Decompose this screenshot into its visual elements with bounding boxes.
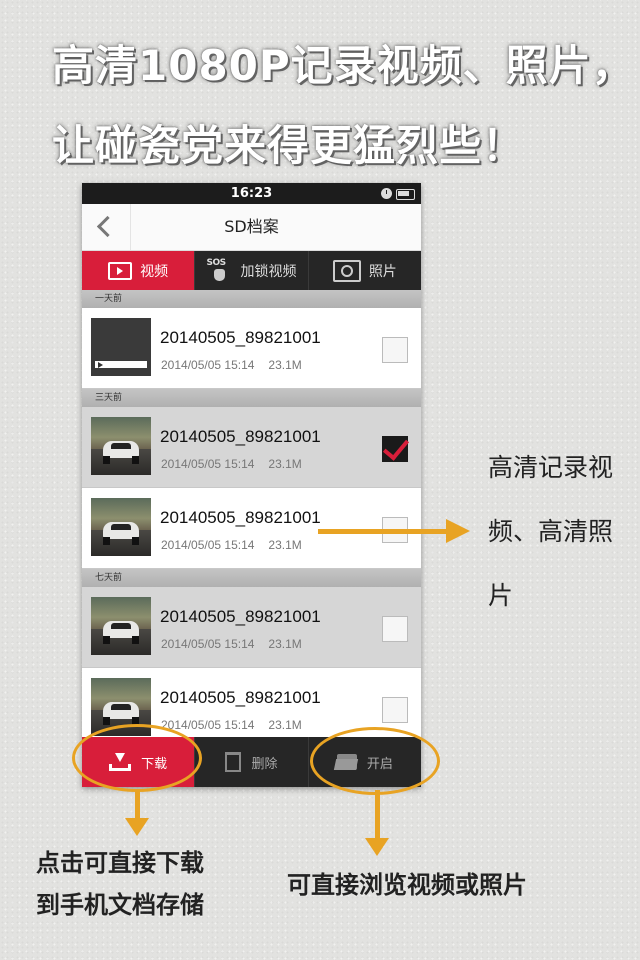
delete-label: 删除	[251, 756, 278, 772]
battery-icon	[396, 189, 415, 200]
side-caption: 高清记录视频、高清照片	[488, 453, 614, 610]
file-size: 23.1M	[268, 358, 302, 372]
video-thumbnail	[91, 498, 151, 556]
file-name: 20140505_89821001	[160, 688, 321, 707]
file-name: 20140505_89821001	[160, 607, 321, 626]
tab-label: 照片	[368, 263, 397, 280]
file-size: 23.1M	[268, 538, 302, 552]
download-caption-line-1: 点击可直接下载	[36, 849, 204, 877]
headline-line-1: 高清1080P记录视频、照片，	[52, 41, 635, 90]
tab-label: 视频	[140, 263, 169, 280]
sos-lock-icon: SOS	[206, 258, 232, 282]
delete-button[interactable]: 删除	[195, 737, 309, 787]
file-datetime: 2014/05/05 15:14	[161, 637, 255, 651]
file-name: 20140505_89821001	[160, 328, 321, 347]
select-checkbox[interactable]	[382, 337, 408, 363]
file-size: 23.1M	[268, 718, 302, 732]
trash-icon	[225, 752, 242, 772]
checkmark-icon	[382, 433, 410, 461]
page-title: SD档案	[224, 217, 279, 236]
video-icon	[108, 261, 133, 280]
select-checkbox[interactable]	[382, 697, 408, 723]
file-datetime: 2014/05/05 15:14	[161, 457, 255, 471]
file-name: 20140505_89821001	[160, 427, 321, 446]
select-checkbox[interactable]	[382, 433, 410, 462]
section-header: 七天前	[82, 569, 421, 587]
file-name: 20140505_89821001	[160, 508, 321, 527]
headline-line-2: 让碰瓷党来得更猛烈些！	[52, 121, 526, 170]
chevron-left-icon	[96, 215, 119, 238]
open-caption: 可直接浏览视频或照片	[287, 871, 527, 899]
file-row[interactable]: 20140505_89821001 2014/05/05 15:14 23.1M	[82, 308, 421, 389]
arrow-down-open	[365, 790, 389, 856]
arrow-right-annotation	[318, 519, 470, 543]
section-header: 一天前	[82, 290, 421, 308]
tab-bar: 视频 SOS 加锁视频 照片	[82, 251, 421, 290]
video-thumbnail	[91, 597, 151, 655]
alarm-clock-icon	[381, 188, 392, 199]
tab-videos[interactable]: 视频	[82, 251, 196, 290]
tab-photos[interactable]: 照片	[309, 251, 421, 290]
status-time: 16:23	[230, 186, 273, 201]
file-datetime: 2014/05/05 15:14	[161, 538, 255, 552]
file-row[interactable]: 20140505_89821001 2014/05/05 15:14 23.1M	[82, 407, 421, 488]
status-bar: 16:23	[82, 183, 421, 204]
nav-bar: SD档案	[82, 204, 421, 251]
select-checkbox[interactable]	[382, 616, 408, 642]
file-row[interactable]: 20140505_89821001 2014/05/05 15:14 23.1M	[82, 587, 421, 668]
video-thumbnail	[91, 417, 151, 475]
download-highlight-oval	[72, 724, 202, 792]
video-thumbnail	[91, 318, 151, 376]
arrow-down-download	[125, 790, 149, 836]
download-caption-line-2: 到手机文档存储	[36, 891, 204, 919]
back-button[interactable]	[82, 204, 131, 250]
download-caption: 点击可直接下载 到手机文档存储	[36, 842, 204, 926]
file-size: 23.1M	[268, 637, 302, 651]
phone-screen: 16:23 SD档案 视频 SOS 加锁视频 照片 一天前 20140505_8…	[82, 183, 421, 787]
camera-icon	[332, 259, 361, 282]
tab-label: 加锁视频	[240, 263, 297, 280]
file-datetime: 2014/05/05 15:14	[161, 358, 255, 372]
tab-locked-videos[interactable]: SOS 加锁视频	[195, 251, 309, 290]
section-header: 三天前	[82, 389, 421, 407]
open-highlight-oval	[310, 727, 440, 795]
file-size: 23.1M	[268, 457, 302, 471]
